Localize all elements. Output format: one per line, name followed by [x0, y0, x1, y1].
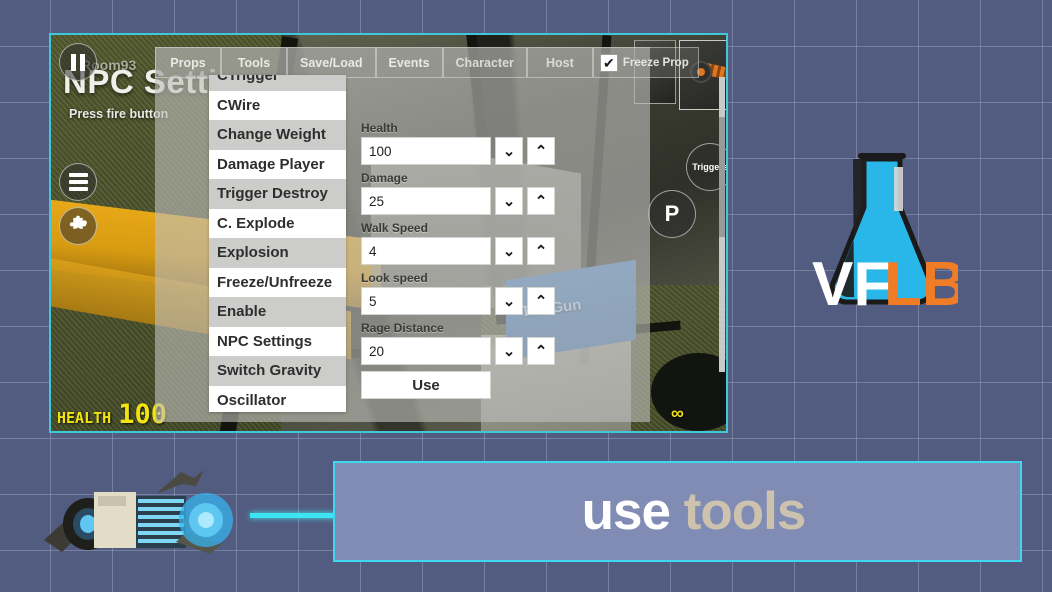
chevron-up-icon[interactable]: ⌃: [527, 287, 555, 315]
caption-banner: use tools: [333, 461, 1022, 562]
addon-button[interactable]: [59, 207, 97, 245]
list-item[interactable]: NPC Settings: [209, 327, 346, 357]
list-item[interactable]: Freeze/Unfreeze: [209, 268, 346, 298]
ammo-infinity-indicator: ∞: [671, 403, 684, 424]
list-item[interactable]: Trigger Destroy: [209, 179, 346, 209]
list-item[interactable]: Enable: [209, 297, 346, 327]
list-item[interactable]: Oscillator: [209, 386, 346, 413]
player-button-label: P: [665, 201, 680, 227]
list-item[interactable]: Damage Player: [209, 150, 346, 180]
checkmark-icon[interactable]: ✔: [600, 54, 618, 72]
logo-text-orange: LB: [884, 250, 958, 319]
tab-props[interactable]: Props: [155, 47, 221, 78]
tab-events[interactable]: Events: [376, 47, 443, 78]
list-item[interactable]: Switch Gravity: [209, 356, 346, 386]
tab-label: Events: [389, 56, 430, 70]
list-item-label: CTrigger: [217, 75, 279, 84]
chevron-down-icon[interactable]: ⌄: [495, 237, 523, 265]
vflb-logo: VF LB: [806, 145, 958, 321]
freeze-prop-label: Freeze Prop: [623, 57, 689, 69]
list-item-label: Freeze/Unfreeze: [217, 274, 332, 291]
list-item-label: Explosion: [217, 244, 289, 261]
fire-hint-text: Press fire button: [69, 107, 168, 121]
field-label-rage-distance: Rage Distance: [361, 321, 561, 335]
chevron-down-icon[interactable]: ⌄: [495, 187, 523, 215]
caption-word-two: tools: [684, 482, 806, 541]
player-button[interactable]: P: [648, 190, 696, 238]
puzzle-piece-icon: [67, 215, 89, 237]
field-label-walk-speed: Walk Speed: [361, 221, 561, 235]
tool-menu-tab-bar: Props Tools Save/Load Events Character Host ✔ F…: [155, 47, 699, 78]
tab-label: Tools: [238, 56, 270, 70]
field-row-look-speed: 5⌄⌃: [361, 287, 561, 315]
input-walk-speed[interactable]: 4: [361, 237, 491, 265]
input-look-speed[interactable]: 5: [361, 287, 491, 315]
list-item-label: Change Weight: [217, 126, 326, 143]
list-item-label: Damage Player: [217, 156, 325, 173]
gravity-gun-beam: [250, 513, 340, 518]
tab-label: Character: [456, 56, 514, 70]
list-item[interactable]: CTrigger: [209, 75, 346, 91]
input-health[interactable]: 100: [361, 137, 491, 165]
list-item[interactable]: CWire: [209, 91, 346, 121]
caption-text: use tools: [582, 481, 806, 542]
chevron-up-icon[interactable]: ⌃: [527, 137, 555, 165]
list-item[interactable]: Explosion: [209, 238, 346, 268]
input-damage[interactable]: 25: [361, 187, 491, 215]
menu-button[interactable]: [59, 163, 97, 201]
caption-word-one: use: [582, 482, 670, 541]
pause-button[interactable]: [59, 43, 97, 81]
tab-label: Save/Load: [300, 56, 363, 70]
field-label-health: Health: [361, 121, 561, 135]
chevron-up-icon[interactable]: ⌃: [527, 237, 555, 265]
game-window: ToolGun Room93 NPC Settings Press fire b…: [49, 33, 728, 433]
field-row-health: 100⌄⌃: [361, 137, 561, 165]
npc-settings-form: Health100⌄⌃Damage25⌄⌃Walk Speed4⌄⌃Look s…: [361, 121, 561, 399]
list-item-label: Oscillator: [217, 392, 286, 409]
hamburger-menu-icon: [69, 173, 88, 191]
health-hud: HEALTH 100: [57, 399, 167, 430]
chevron-down-icon[interactable]: ⌄: [495, 137, 523, 165]
list-item[interactable]: Change Weight: [209, 120, 346, 150]
chevron-down-icon[interactable]: ⌄: [495, 337, 523, 365]
list-item-label: Switch Gravity: [217, 362, 321, 379]
field-row-rage-distance: 20⌄⌃: [361, 337, 561, 365]
chevron-up-icon[interactable]: ⌃: [527, 187, 555, 215]
logo-text-white: VF: [812, 250, 891, 319]
list-item-label: Enable: [217, 303, 266, 320]
tab-tools[interactable]: Tools: [221, 47, 287, 78]
tab-save-load[interactable]: Save/Load: [287, 47, 376, 78]
tool-list-scrollbar[interactable]: [719, 77, 725, 372]
tab-character[interactable]: Character: [443, 47, 527, 78]
tab-host[interactable]: Host: [527, 47, 593, 78]
list-item-label: NPC Settings: [217, 333, 312, 350]
tab-label: Props: [170, 56, 205, 70]
list-item-label: CWire: [217, 97, 260, 114]
chevron-up-icon[interactable]: ⌃: [527, 337, 555, 365]
tab-label: Host: [546, 56, 574, 70]
tool-list[interactable]: CTrigger CWire Change Weight Damage Player T…: [209, 75, 346, 412]
list-item[interactable]: C. Explode: [209, 209, 346, 239]
field-label-damage: Damage: [361, 171, 561, 185]
field-label-look-speed: Look speed: [361, 271, 561, 285]
health-label: HEALTH: [57, 409, 111, 427]
chevron-down-icon[interactable]: ⌄: [495, 287, 523, 315]
list-item-label: C. Explode: [217, 215, 295, 232]
field-row-damage: 25⌄⌃: [361, 187, 561, 215]
list-item-label: Trigger Destroy: [217, 185, 328, 202]
input-rage-distance[interactable]: 20: [361, 337, 491, 365]
freeze-prop-checkbox-group[interactable]: ✔ Freeze Prop: [593, 47, 699, 78]
pause-icon: [71, 54, 85, 71]
use-button[interactable]: Use: [361, 371, 491, 399]
gravity-gun-illustration: [36, 468, 271, 564]
field-row-walk-speed: 4⌄⌃: [361, 237, 561, 265]
